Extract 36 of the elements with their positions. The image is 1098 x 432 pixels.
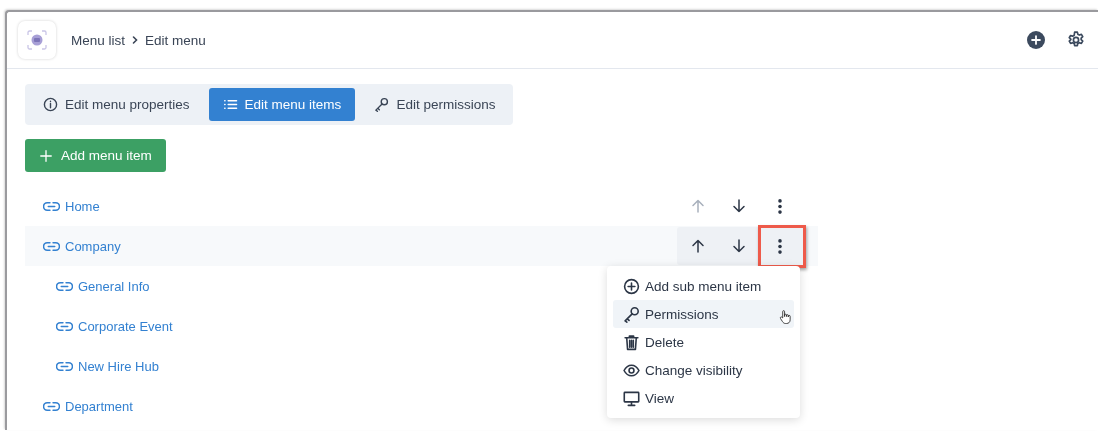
list-icon <box>222 97 238 112</box>
tab[interactable]: Edit menu items <box>208 88 356 121</box>
arrow-down-icon <box>730 238 747 254</box>
tab[interactable]: Edit permissions <box>360 88 510 121</box>
menu-item-link[interactable]: Company <box>43 237 121 255</box>
hand-cursor-icon <box>779 309 792 325</box>
menu-item-link[interactable]: Department <box>43 397 133 415</box>
arrow-up-icon <box>689 198 706 214</box>
context-menu-item[interactable]: Change visibility <box>613 356 794 384</box>
kebab-icon <box>777 238 782 254</box>
context-menu-item[interactable]: Add sub menu item <box>613 272 794 300</box>
monitor-icon <box>623 389 640 407</box>
arrow-down-icon <box>730 198 747 214</box>
key-icon <box>623 305 640 323</box>
info-icon <box>43 97 58 112</box>
context-menu-item[interactable]: View <box>613 384 794 412</box>
plus-icon <box>39 148 53 163</box>
key-icon <box>374 97 390 112</box>
menu-item-link[interactable]: Corporate Event <box>56 317 173 335</box>
menu-item-link[interactable]: Home <box>43 197 100 215</box>
add-icon[interactable] <box>1027 31 1045 49</box>
highlight-frame <box>758 225 806 268</box>
breadcrumb-current: Edit menu <box>145 32 206 48</box>
plus-circle-icon <box>623 277 640 295</box>
menu-item-link[interactable]: New Hire Hub <box>56 357 159 375</box>
trash-icon <box>623 333 640 351</box>
settings-icon[interactable] <box>1067 31 1085 49</box>
menu-item-link[interactable]: General Info <box>56 277 150 295</box>
chevron-icon <box>131 35 140 45</box>
tab[interactable]: Edit menu properties <box>29 88 204 121</box>
context-menu-item[interactable]: Permissions <box>613 300 794 328</box>
arrow-up-icon <box>689 238 706 254</box>
eye-icon <box>623 361 640 379</box>
kebab-icon <box>777 198 782 214</box>
context-menu-item[interactable]: Delete <box>613 328 794 356</box>
breadcrumb-link[interactable]: Menu list <box>71 32 126 48</box>
